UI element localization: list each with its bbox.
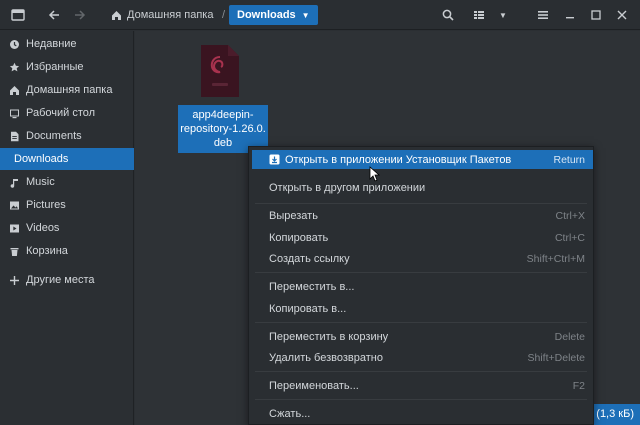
sidebar-item-label: Избранные <box>26 61 84 73</box>
menu-item-accel: Ctrl+X <box>555 209 585 222</box>
menu-divider <box>255 272 587 273</box>
debian-package-icon[interactable] <box>199 43 241 99</box>
app-icon[interactable] <box>9 5 27 25</box>
menu-item-rename[interactable]: Переименовать... F2 <box>249 376 593 395</box>
menu-divider <box>255 399 587 400</box>
menu-divider <box>255 371 587 372</box>
menu-item-copy-to[interactable]: Копировать в... <box>249 299 593 318</box>
minimize-icon[interactable] <box>562 5 578 25</box>
sidebar-item-videos[interactable]: Videos <box>0 217 134 239</box>
mouse-cursor-icon <box>369 166 381 185</box>
sidebar-item-label: Корзина <box>26 245 68 257</box>
sidebar-item-label: Домашняя папка <box>26 84 113 96</box>
back-arrow-icon[interactable] <box>44 5 64 25</box>
sidebar-item-label: Рабочий стол <box>26 107 96 119</box>
menu-item-open-with-other[interactable]: Открыть в другом приложении <box>249 178 593 197</box>
desktop-icon <box>8 107 20 119</box>
sidebar-item-desktop[interactable]: Рабочий стол <box>0 102 134 124</box>
sidebar: Недавние Избранные Домашняя папка Рабочи… <box>0 31 134 425</box>
sidebar-item-recent[interactable]: Недавние <box>0 33 134 55</box>
breadcrumb-home-label: Домашняя папка <box>127 9 214 21</box>
menu-item-create-link[interactable]: Создать ссылку Shift+Ctrl+M <box>249 249 593 268</box>
sidebar-item-home[interactable]: Домашняя папка <box>0 79 134 101</box>
close-icon[interactable] <box>614 5 630 25</box>
menu-item-accel: Shift+Ctrl+M <box>526 252 585 265</box>
menu-item-label: Переместить в... <box>269 280 355 293</box>
menu-item-label: Переименовать... <box>269 379 359 392</box>
clock-icon <box>8 38 20 50</box>
menu-item-accel: Delete <box>554 330 585 343</box>
sidebar-item-label: Другие места <box>26 274 95 286</box>
menu-item-label: Сжать... <box>269 407 311 420</box>
sidebar-item-label: Downloads <box>14 153 69 165</box>
sidebar-item-label: Недавние <box>26 38 77 50</box>
breadcrumb-current[interactable]: Downloads ▼ <box>229 5 318 25</box>
context-menu: Открыть в приложении Установщик Пакетов … <box>248 146 594 425</box>
menu-item-label: Открыть в другом приложении <box>269 181 426 194</box>
video-icon <box>8 222 20 234</box>
menu-item-label: Вырезать <box>269 209 318 222</box>
menu-item-accel: Return <box>553 153 585 166</box>
forward-arrow-icon[interactable] <box>70 5 90 25</box>
menu-item-accel: Ctrl+C <box>554 231 585 244</box>
menu-item-compress[interactable]: Сжать... <box>249 404 593 423</box>
dropdown-icon[interactable]: ▼ <box>496 5 510 25</box>
sidebar-item-label: Documents <box>26 130 82 142</box>
menu-item-open-with-installer[interactable]: Открыть в приложении Установщик Пакетов … <box>252 150 593 169</box>
menu-item-label: Копировать в... <box>269 302 347 315</box>
sidebar-item-downloads[interactable]: Downloads <box>0 148 134 170</box>
sidebar-item-label: Pictures <box>26 199 66 211</box>
sidebar-item-other-places[interactable]: Другие места <box>0 269 134 291</box>
menu-item-cut[interactable]: Вырезать Ctrl+X <box>249 206 593 225</box>
menu-divider <box>255 322 587 323</box>
menu-item-label: Переместить в корзину <box>269 330 389 343</box>
plus-icon <box>8 274 20 286</box>
menu-item-accel: F2 <box>572 379 585 392</box>
star-icon <box>8 61 20 73</box>
picture-icon <box>8 199 20 211</box>
breadcrumb-home[interactable]: Домашняя папка <box>111 5 213 25</box>
home-icon <box>8 84 20 96</box>
chevron-down-icon: ▼ <box>301 10 310 20</box>
menu-item-accel: Shift+Delete <box>527 351 586 364</box>
menu-item-label: Удалить безвозвратно <box>269 351 383 364</box>
menu-icon[interactable] <box>535 5 551 25</box>
file-name-line: app4deepin- <box>192 109 254 121</box>
header-bar: Домашняя папка / Downloads ▼ ▼ <box>0 0 640 30</box>
menu-item-label: Копировать <box>269 231 329 244</box>
sidebar-item-trash[interactable]: Корзина <box>0 240 134 262</box>
trash-icon <box>8 245 20 257</box>
music-icon <box>8 176 20 188</box>
sidebar-item-music[interactable]: Music <box>0 171 134 193</box>
menu-divider <box>255 203 587 204</box>
menu-item-label: Открыть в приложении Установщик Пакетов <box>285 153 512 166</box>
maximize-icon[interactable] <box>588 5 604 25</box>
document-icon <box>8 130 20 142</box>
menu-item-move-to[interactable]: Переместить в... <box>249 277 593 296</box>
search-icon[interactable] <box>440 5 456 25</box>
breadcrumb-current-label: Downloads <box>237 9 296 21</box>
sidebar-item-label: Videos <box>26 222 60 234</box>
sidebar-item-documents[interactable]: Documents <box>0 125 134 147</box>
file-name-line: repository-1.26.0. <box>180 123 266 135</box>
download-icon <box>269 154 280 165</box>
status-bar-size: (1,3 кБ) <box>590 404 640 425</box>
sidebar-item-starred[interactable]: Избранные <box>0 56 134 78</box>
sidebar-item-pictures[interactable]: Pictures <box>0 194 134 216</box>
sidebar-item-label: Music <box>26 176 55 188</box>
breadcrumb-separator: / <box>222 9 226 21</box>
menu-item-move-to-trash[interactable]: Переместить в корзину Delete <box>249 327 593 346</box>
menu-item-delete-permanently[interactable]: Удалить безвозвратно Shift+Delete <box>249 348 593 367</box>
menu-item-label: Создать ссылку <box>269 252 350 265</box>
home-icon <box>111 10 122 21</box>
menu-item-copy[interactable]: Копировать Ctrl+C <box>249 228 593 247</box>
view-options-icon[interactable] <box>471 5 487 25</box>
